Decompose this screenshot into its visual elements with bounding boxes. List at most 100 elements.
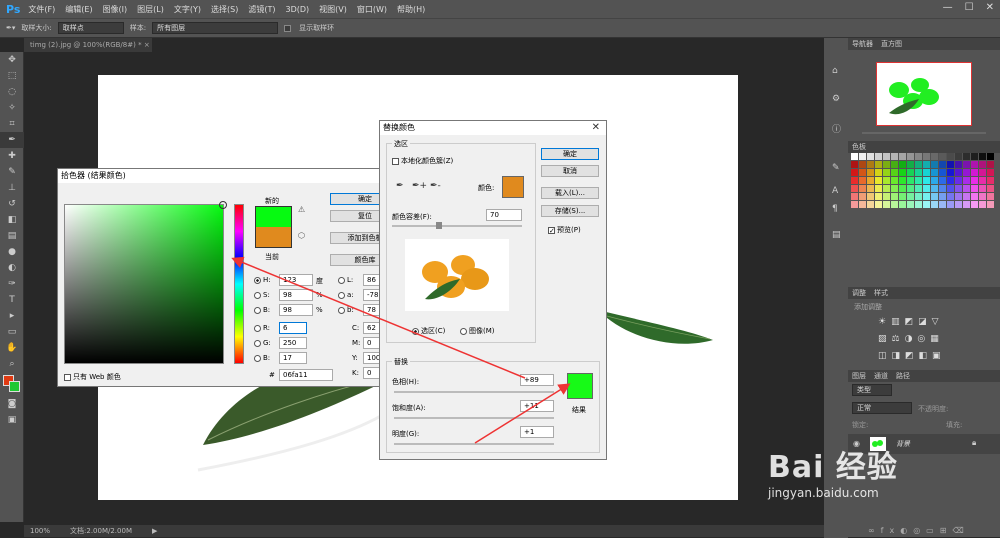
swatch-cell[interactable] [987, 201, 994, 208]
tab-navigator[interactable]: 导航器 [852, 38, 873, 50]
tab-paths[interactable]: 路径 [896, 370, 910, 382]
swatch-cell[interactable] [883, 185, 890, 192]
swatch-cell[interactable] [907, 161, 914, 168]
swatch-cell[interactable] [939, 185, 946, 192]
history-panel-icon[interactable]: ⌂ [832, 66, 838, 76]
swatch-cell[interactable] [971, 201, 978, 208]
swatch-cell[interactable] [931, 177, 938, 184]
swatch-cell[interactable] [963, 161, 970, 168]
swatch-cell[interactable] [867, 169, 874, 176]
swatch-cell[interactable] [955, 193, 962, 200]
swatch-cell[interactable] [963, 185, 970, 192]
swatch-cell[interactable] [923, 193, 930, 200]
swatch-cell[interactable] [955, 201, 962, 208]
swatch-cell[interactable] [883, 161, 890, 168]
swatch-cell[interactable] [891, 185, 898, 192]
swatch-cell[interactable] [859, 177, 866, 184]
swatch-cell[interactable] [931, 185, 938, 192]
swatch-cell[interactable] [987, 193, 994, 200]
swatch-cell[interactable] [971, 185, 978, 192]
swatch-cell[interactable] [987, 177, 994, 184]
swatch-cell[interactable] [875, 169, 882, 176]
layer-kind-filter[interactable]: 类型 [852, 384, 892, 396]
swatch-cell[interactable] [971, 177, 978, 184]
swatch-cell[interactable] [955, 185, 962, 192]
swatch-cell[interactable] [915, 193, 922, 200]
swatch-cell[interactable] [971, 169, 978, 176]
swatch-cell[interactable] [963, 201, 970, 208]
swatch-cell[interactable] [979, 153, 986, 160]
swatch-cell[interactable] [947, 161, 954, 168]
swatch-cell[interactable] [875, 153, 882, 160]
swatch-cell[interactable] [859, 185, 866, 192]
swatch-cell[interactable] [987, 153, 994, 160]
tab-swatches[interactable]: 色板 [852, 141, 866, 153]
layer-comps-icon[interactable]: ▤ [832, 230, 841, 240]
swatch-cell[interactable] [987, 169, 994, 176]
swatch-cell[interactable] [915, 177, 922, 184]
swatch-cell[interactable] [931, 201, 938, 208]
swatch-cell[interactable] [947, 201, 954, 208]
swatch-cell[interactable] [931, 161, 938, 168]
swatch-cell[interactable] [923, 161, 930, 168]
swatch-cell[interactable] [963, 193, 970, 200]
tab-channels[interactable]: 通道 [874, 370, 888, 382]
swatch-cell[interactable] [899, 185, 906, 192]
swatch-cell[interactable] [851, 153, 858, 160]
swatch-cell[interactable] [851, 177, 858, 184]
swatch-cell[interactable] [891, 161, 898, 168]
swatch-cell[interactable] [859, 153, 866, 160]
swatch-cell[interactable] [875, 185, 882, 192]
swatch-cell[interactable] [931, 169, 938, 176]
swatch-cell[interactable] [875, 177, 882, 184]
blend-mode-select[interactable]: 正常 [852, 402, 912, 414]
swatch-cell[interactable] [867, 201, 874, 208]
swatch-cell[interactable] [987, 185, 994, 192]
adjustment-icons-row1[interactable]: ☀▥◩◪▽ [878, 317, 944, 327]
swatch-cell[interactable] [963, 153, 970, 160]
swatch-cell[interactable] [907, 193, 914, 200]
swatch-cell[interactable] [851, 185, 858, 192]
swatch-cell[interactable] [955, 153, 962, 160]
swatch-cell[interactable] [979, 169, 986, 176]
swatch-cell[interactable] [979, 177, 986, 184]
swatch-cell[interactable] [939, 193, 946, 200]
status-arrow-icon[interactable]: ▶ [152, 527, 157, 535]
swatch-cell[interactable] [883, 153, 890, 160]
swatch-cell[interactable] [851, 161, 858, 168]
swatch-cell[interactable] [883, 201, 890, 208]
character-panel-icon[interactable]: A [832, 186, 838, 196]
swatch-cell[interactable] [899, 177, 906, 184]
swatch-cell[interactable] [867, 185, 874, 192]
tab-styles[interactable]: 样式 [874, 287, 888, 299]
swatch-cell[interactable] [875, 193, 882, 200]
swatch-cell[interactable] [979, 185, 986, 192]
swatch-cell[interactable] [883, 177, 890, 184]
swatch-cell[interactable] [947, 153, 954, 160]
paragraph-panel-icon[interactable]: ¶ [832, 204, 838, 214]
swatch-cell[interactable] [851, 169, 858, 176]
tab-layers[interactable]: 图层 [852, 370, 866, 382]
swatch-cell[interactable] [939, 153, 946, 160]
properties-panel-icon[interactable]: ⚙ [832, 94, 840, 104]
swatch-cell[interactable] [883, 193, 890, 200]
swatch-cell[interactable] [923, 201, 930, 208]
swatch-cell[interactable] [931, 153, 938, 160]
adjustment-icons-row2[interactable]: ▨⚖◑◎▦ [878, 334, 944, 344]
swatch-cell[interactable] [971, 193, 978, 200]
swatch-cell[interactable] [867, 193, 874, 200]
swatch-cell[interactable] [923, 185, 930, 192]
swatch-cell[interactable] [979, 161, 986, 168]
swatch-cell[interactable] [859, 193, 866, 200]
layer-footer-icons[interactable]: ∞fx◐◎▭⊞⌫ [868, 526, 970, 535]
swatch-cell[interactable] [907, 153, 914, 160]
swatch-cell[interactable] [955, 161, 962, 168]
swatch-cell[interactable] [947, 177, 954, 184]
swatch-cell[interactable] [891, 169, 898, 176]
swatch-grid[interactable] [851, 153, 994, 208]
swatch-cell[interactable] [867, 177, 874, 184]
swatch-cell[interactable] [907, 201, 914, 208]
tab-adjustments[interactable]: 调整 [852, 287, 866, 299]
swatch-cell[interactable] [875, 201, 882, 208]
swatch-cell[interactable] [963, 169, 970, 176]
